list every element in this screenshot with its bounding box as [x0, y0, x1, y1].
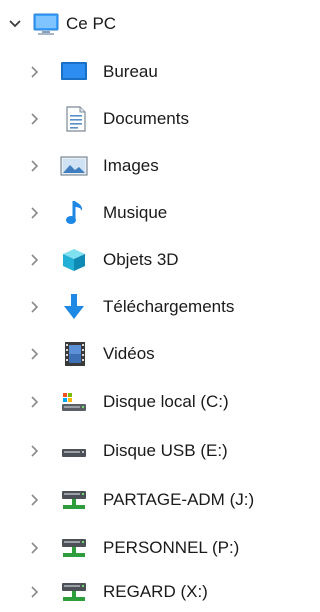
tree-item-label: Téléchargements — [103, 297, 235, 316]
tree-item-telechargements[interactable]: Téléchargements — [0, 287, 297, 327]
computer-icon — [32, 12, 60, 36]
tree-item-label: Disque USB (E:) — [103, 441, 228, 460]
chevron-right-icon[interactable] — [28, 300, 42, 314]
chevron-right-icon[interactable] — [28, 493, 42, 507]
tree-item-images[interactable]: Images — [0, 146, 297, 186]
chevron-right-icon[interactable] — [28, 65, 42, 79]
tree-item-label: Ce PC — [66, 14, 117, 33]
tree-item-personnel[interactable]: PERSONNEL (P:) — [0, 528, 297, 568]
navigation-tree: Ce PC Bureau Documents Images Musique Ob… — [0, 0, 297, 612]
tree-item-musique[interactable]: Musique — [0, 193, 297, 233]
local-disk-icon — [60, 390, 88, 414]
tree-item-partage-adm[interactable]: PARTAGE-ADM (J:) — [0, 480, 297, 520]
tree-item-label: Documents — [103, 109, 189, 128]
desktop-icon — [60, 60, 88, 84]
network-drive-icon — [60, 580, 88, 604]
chevron-right-icon[interactable] — [28, 206, 42, 220]
downloads-icon — [62, 294, 86, 319]
documents-icon — [64, 106, 88, 132]
tree-item-disque-usb[interactable]: Disque USB (E:) — [0, 431, 297, 471]
chevron-right-icon[interactable] — [28, 395, 42, 409]
network-drive-icon — [60, 536, 88, 560]
tree-item-label: Bureau — [103, 62, 158, 81]
music-icon — [64, 201, 88, 225]
chevron-right-icon[interactable] — [28, 159, 42, 173]
tree-item-disque-local[interactable]: Disque local (C:) — [0, 382, 297, 422]
objects-3d-icon — [61, 248, 87, 272]
chevron-right-icon[interactable] — [28, 444, 42, 458]
images-icon — [60, 154, 88, 178]
network-drive-icon — [60, 488, 88, 512]
tree-item-label: PARTAGE-ADM (J:) — [103, 490, 255, 509]
chevron-down-icon[interactable] — [8, 17, 22, 31]
tree-item-label: Disque local (C:) — [103, 392, 229, 411]
tree-item-videos[interactable]: Vidéos — [0, 334, 297, 374]
chevron-right-icon[interactable] — [28, 347, 42, 361]
tree-item-label: REGARD (X:) — [103, 582, 208, 601]
tree-item-label: Musique — [103, 203, 168, 222]
tree-item-bureau[interactable]: Bureau — [0, 52, 297, 92]
chevron-right-icon[interactable] — [28, 585, 42, 599]
tree-item-ce-pc[interactable]: Ce PC — [0, 4, 297, 44]
tree-item-label: Objets 3D — [103, 250, 179, 269]
tree-item-label: Images — [103, 156, 159, 175]
chevron-right-icon[interactable] — [28, 541, 42, 555]
tree-item-label: Vidéos — [103, 344, 155, 363]
chevron-right-icon[interactable] — [28, 253, 42, 267]
videos-icon — [63, 342, 87, 366]
tree-item-documents[interactable]: Documents — [0, 99, 297, 139]
tree-item-regard[interactable]: REGARD (X:) — [0, 572, 297, 612]
chevron-right-icon[interactable] — [28, 112, 42, 126]
tree-item-label: PERSONNEL (P:) — [103, 538, 240, 557]
tree-item-objets-3d[interactable]: Objets 3D — [0, 240, 297, 280]
usb-drive-icon — [60, 439, 88, 463]
